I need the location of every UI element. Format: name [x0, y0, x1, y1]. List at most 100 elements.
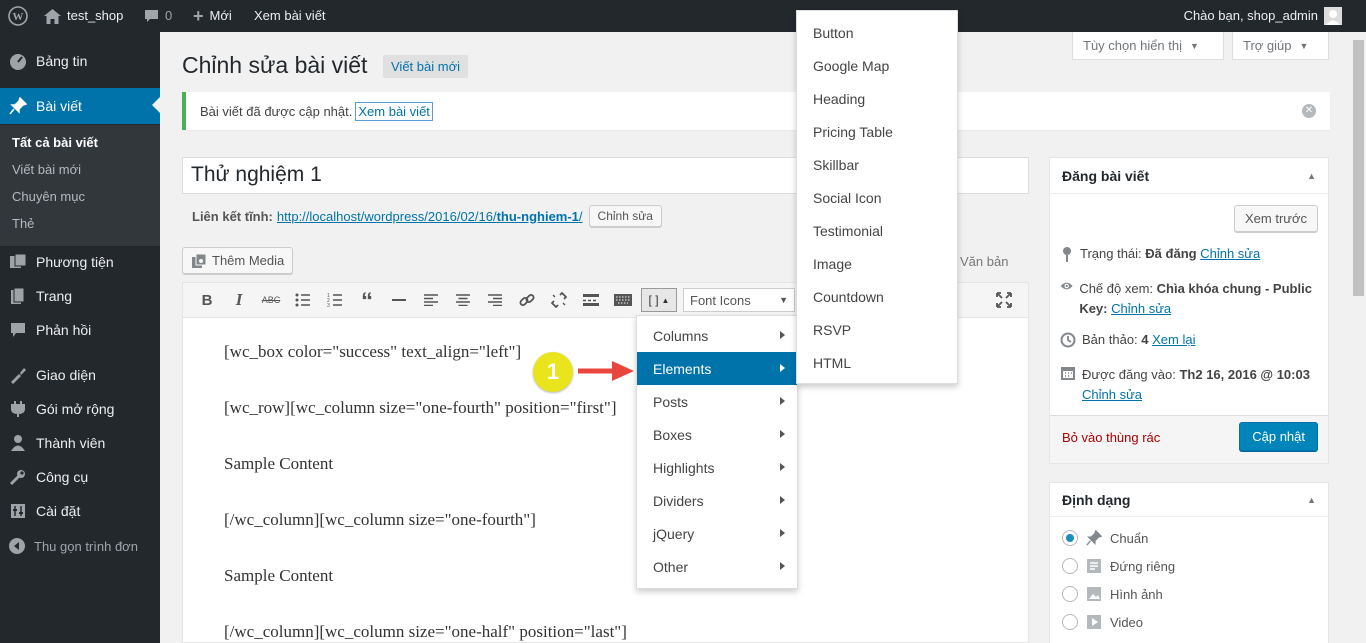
view-post-link[interactable]: Xem bài viết — [254, 0, 326, 32]
submenu-item-html[interactable]: HTML — [797, 346, 957, 379]
align-left-button[interactable] — [415, 286, 447, 314]
move-to-trash-link[interactable]: Bỏ vào thùng rác — [1062, 430, 1160, 445]
update-button[interactable]: Cập nhật — [1239, 422, 1318, 451]
permalink: Liên kết tĩnh: http://localhost/wordpres… — [192, 205, 662, 227]
edit-slug-button[interactable]: Chỉnh sửa — [588, 205, 662, 227]
collapse-arrow-icon[interactable]: ▲ — [1307, 171, 1316, 181]
strikethrough-button[interactable]: ABC — [255, 286, 287, 314]
submenu-item-image[interactable]: Image — [797, 247, 957, 280]
site-name-link[interactable]: test_shop — [44, 0, 123, 32]
submenu-item-google-map[interactable]: Google Map — [797, 49, 957, 82]
submenu-item-rsvp[interactable]: RSVP — [797, 313, 957, 346]
align-right-button[interactable] — [479, 286, 511, 314]
radio-unchecked[interactable] — [1062, 558, 1078, 574]
format-box: Định dạng ▲ Chuẩn Đứng riêng Hình ảnh Vi… — [1049, 482, 1329, 643]
radio-unchecked[interactable] — [1062, 586, 1078, 602]
bold-button[interactable]: B — [191, 286, 223, 314]
radio-unchecked[interactable] — [1062, 614, 1078, 630]
new-content-link[interactable]: + Mới — [193, 0, 232, 32]
sidebar-item-users[interactable]: Thành viên — [0, 426, 160, 460]
menu-item-dividers[interactable]: Dividers — [637, 484, 797, 517]
format-option-image[interactable]: Hình ảnh — [1062, 586, 1163, 602]
dismiss-icon[interactable]: ✕ — [1302, 104, 1316, 118]
fullscreen-button[interactable] — [988, 286, 1020, 314]
publish-box-header[interactable]: Đăng bài viết ▲ — [1050, 158, 1328, 194]
submenu-tags[interactable]: Thẻ — [12, 216, 34, 231]
menu-item-jquery[interactable]: jQuery — [637, 517, 797, 550]
menu-item-label: Columns — [653, 327, 709, 344]
submenu-categories[interactable]: Chuyên mục — [12, 189, 85, 204]
submenu-all-posts[interactable]: Tất cả bài viết — [12, 135, 98, 150]
scrollbar-thumb[interactable] — [1353, 40, 1364, 296]
svg-text:W: W — [13, 11, 24, 23]
sidebar-item-pages[interactable]: Trang — [0, 279, 160, 313]
submenu-arrow-icon — [780, 364, 789, 372]
sidebar-item-tools[interactable]: Công cụ — [0, 460, 160, 494]
revisions-link[interactable]: Xem lại — [1152, 332, 1195, 347]
screen-options-button[interactable]: Tùy chọn hiển thị ▼ — [1072, 32, 1224, 60]
menu-item-posts[interactable]: Posts — [637, 385, 797, 418]
sidebar-item-appearance[interactable]: Giao diện — [0, 358, 160, 392]
menu-item-boxes[interactable]: Boxes — [637, 418, 797, 451]
notice-view-post-link[interactable]: Xem bài viết — [355, 101, 433, 121]
page-scrollbar[interactable] — [1351, 32, 1366, 643]
italic-button[interactable]: I — [223, 286, 255, 314]
format-box-header[interactable]: Định dạng ▲ — [1050, 483, 1328, 517]
collapse-arrow-icon[interactable]: ▲ — [1307, 495, 1316, 505]
add-new-button[interactable]: Viết bài mới — [383, 55, 468, 78]
radio-checked[interactable] — [1062, 530, 1078, 546]
submenu-item-countdown[interactable]: Countdown — [797, 280, 957, 313]
comments-link[interactable]: 0 — [144, 0, 172, 32]
editor-line: [/wc_column][wc_column size="one-fourth"… — [224, 510, 536, 529]
insert-link-button[interactable] — [511, 286, 543, 314]
published-label: Được đăng vào: — [1082, 367, 1176, 382]
collapse-menu-button[interactable]: Thu gọn trình đơn — [8, 537, 138, 555]
menu-item-elements[interactable]: Elements — [637, 352, 797, 385]
greeting: Chào bạn, shop_admin — [1183, 8, 1318, 23]
sidebar-item-plugins[interactable]: Gói mở rộng — [0, 392, 160, 426]
format-option-aside[interactable]: Đứng riêng — [1062, 558, 1175, 574]
menu-item-columns[interactable]: Columns — [637, 319, 797, 352]
read-more-button[interactable] — [575, 286, 607, 314]
submenu-new-post[interactable]: Viết bài mới — [12, 162, 81, 177]
help-button[interactable]: Trợ giúp ▼ — [1232, 32, 1329, 60]
align-center-button[interactable] — [447, 286, 479, 314]
tab-text[interactable]: Văn bản — [960, 254, 1008, 269]
submenu-arrow-icon — [780, 331, 789, 339]
format-option-standard[interactable]: Chuẩn — [1062, 530, 1148, 546]
submenu-arrow-icon — [780, 496, 789, 504]
sidebar-item-dashboard[interactable]: Bảng tin — [0, 44, 160, 78]
menu-item-other[interactable]: Other — [637, 550, 797, 583]
sidebar-item-comments[interactable]: Phản hồi — [0, 313, 160, 347]
add-media-button[interactable]: Thêm Media — [182, 247, 294, 274]
remove-link-button[interactable] — [543, 286, 575, 314]
sidebar-item-settings[interactable]: Cài đặt — [0, 494, 160, 528]
my-account-link[interactable]: Chào bạn, shop_admin — [1184, 0, 1342, 32]
permalink-url: http://localhost/wordpress/2016/02/16/ — [276, 208, 497, 224]
blockquote-button[interactable]: “ — [351, 286, 383, 314]
submenu-item-social-icon[interactable]: Social Icon — [797, 181, 957, 214]
toolbar-toggle-button[interactable] — [607, 286, 639, 314]
format-option-video[interactable]: Video — [1062, 614, 1143, 630]
menu-item-highlights[interactable]: Highlights — [637, 451, 797, 484]
wordpress-logo-icon[interactable]: W — [8, 0, 28, 32]
status-edit-link[interactable]: Chỉnh sửa — [1200, 246, 1260, 261]
submenu-item-pricing-table[interactable]: Pricing Table — [797, 115, 957, 148]
page-title: Chỉnh sửa bài viết — [182, 52, 368, 78]
published-edit-link[interactable]: Chỉnh sửa — [1082, 387, 1142, 402]
horizontal-line-button[interactable] — [383, 286, 415, 314]
visibility-edit-link[interactable]: Chỉnh sửa — [1111, 301, 1171, 316]
numbered-list-button[interactable]: 123 — [319, 286, 351, 314]
sidebar-item-posts[interactable]: Bài viết — [0, 88, 160, 124]
submenu-item-skillbar[interactable]: Skillbar — [797, 148, 957, 181]
font-icons-select[interactable]: Font Icons ▼ — [683, 288, 795, 312]
bulleted-list-button[interactable] — [287, 286, 319, 314]
submenu-item-button[interactable]: Button — [797, 16, 957, 49]
published-value: Th2 16, 2016 @ 10:03 — [1179, 367, 1310, 382]
sidebar-item-media[interactable]: Phương tiện — [0, 245, 160, 279]
permalink-link[interactable]: http://localhost/wordpress/2016/02/16/th… — [277, 209, 583, 224]
submenu-item-heading[interactable]: Heading — [797, 82, 957, 115]
submenu-item-testimonial[interactable]: Testimonial — [797, 214, 957, 247]
preview-button[interactable]: Xem trước — [1233, 205, 1318, 232]
shortcodes-button[interactable]: [ ] ▲ — [641, 288, 677, 312]
